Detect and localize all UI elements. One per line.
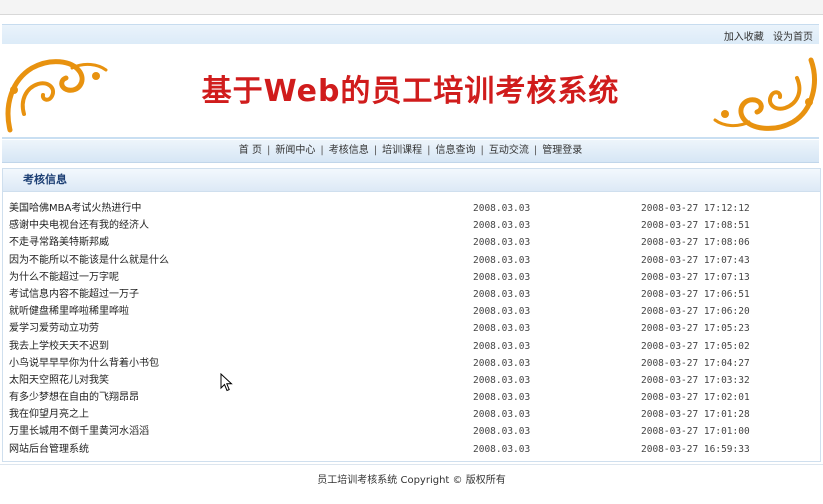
footer-copyright: 员工培训考核系统 Copyright © 版权所有: [0, 464, 823, 504]
nav-separator: |: [266, 145, 271, 156]
news-title-link[interactable]: 万里长城用不倒千里黄河水滔滔: [9, 423, 149, 440]
update-time: 2008-03-27 17:05:23: [641, 323, 750, 335]
top-links: 加入收藏 设为首页: [718, 28, 813, 43]
news-title-link[interactable]: 考试信息内容不能超过一万子: [9, 286, 139, 303]
publish-date: 2008.03.03: [473, 271, 531, 283]
list-item: 不走寻常路美特斯邦威 2008.03.03 2008-03-27 17:08:06: [3, 234, 820, 251]
exam-info-panel: 考核信息 美国哈佛MBA考试火热进行中 2008.03.03 2008-03-27 …: [2, 168, 821, 462]
update-time: 2008-03-27 17:08:51: [641, 220, 750, 232]
list-item: 有多少梦想在自由的飞翔昂昂 2008.03.03 2008-03-27 17:02:…: [3, 389, 820, 406]
news-title-link[interactable]: 我在仰望月亮之上: [9, 406, 89, 423]
nav-admin-login[interactable]: 管理登录: [542, 145, 582, 156]
nav-info-query[interactable]: 信息查询: [435, 145, 475, 156]
nav-news-center[interactable]: 新闻中心: [275, 145, 315, 156]
mouse-pointer-icon: [220, 373, 233, 392]
update-time: 2008-03-27 17:05:02: [641, 340, 750, 352]
list-item: 万里长城用不倒千里黄河水滔滔 2008.03.03 2008-03-27 17:01…: [3, 423, 820, 440]
publish-date: 2008.03.03: [473, 323, 531, 335]
exam-info-list: 美国哈佛MBA考试火热进行中 2008.03.03 2008-03-27 17:12…: [3, 200, 820, 458]
publish-date: 2008.03.03: [473, 426, 531, 438]
nav-separator: |: [533, 145, 538, 156]
list-item: 因为不能所以不能该是什么就是什么 2008.03.03 2008-03-27 17:…: [3, 252, 820, 269]
list-item: 小鸟说早早早你为什么背着小书包 2008.03.03 2008-03-27 17:0…: [3, 355, 820, 372]
set-homepage-link[interactable]: 设为首页: [773, 32, 813, 43]
nav-interaction[interactable]: 互动交流: [489, 145, 529, 156]
update-time: 2008-03-27 17:04:27: [641, 357, 750, 369]
list-item: 爱学习爱劳动立功劳 2008.03.03 2008-03-27 17:05:23: [3, 320, 820, 337]
list-item: 为什么不能超过一万字呢 2008.03.03 2008-03-27 17:07:13: [3, 269, 820, 286]
list-item: 网站后台管理系统 2008.03.03 2008-03-27 16:59:33: [3, 441, 820, 458]
nav-separator: |: [373, 145, 378, 156]
news-title-link[interactable]: 就听健盘稀里哗啦稀里哗啦: [9, 303, 129, 320]
update-time: 2008-03-27 17:06:51: [641, 288, 750, 300]
news-title-link[interactable]: 有多少梦想在自由的飞翔昂昂: [9, 389, 139, 406]
list-item: 我在仰望月亮之上 2008.03.03 2008-03-27 17:01:28: [3, 406, 820, 423]
publish-date: 2008.03.03: [473, 220, 531, 232]
site-title: 基于Web的员工培训考核系统: [201, 74, 620, 109]
update-time: 2008-03-27 17:07:13: [641, 271, 750, 283]
publish-date: 2008.03.03: [473, 409, 531, 421]
update-time: 2008-03-27 17:01:28: [641, 409, 750, 421]
list-item: 就听健盘稀里哗啦稀里哗啦 2008.03.03 2008-03-27 17:06:2…: [3, 303, 820, 320]
nav-home[interactable]: 首 页: [239, 145, 262, 156]
nav-separator: |: [320, 145, 324, 156]
update-time: 2008-03-27 17:08:06: [641, 237, 750, 249]
site-banner: 基于Web的员工培训考核系统: [2, 44, 819, 139]
publish-date: 2008.03.03: [473, 340, 531, 352]
publish-date: 2008.03.03: [473, 254, 531, 266]
publish-date: 2008.03.03: [473, 392, 531, 404]
news-title-link[interactable]: 太阳天空照花儿对我笑: [9, 372, 109, 389]
top-link-bar: 加入收藏 设为首页: [2, 24, 819, 44]
publish-date: 2008.03.03: [473, 374, 531, 386]
publish-date: 2008.03.03: [473, 288, 531, 300]
news-title-link[interactable]: 小鸟说早早早你为什么背着小书包: [9, 355, 159, 372]
browser-chrome-strip: [0, 0, 823, 15]
publish-date: 2008.03.03: [473, 357, 531, 369]
add-favorite-link[interactable]: 加入收藏: [724, 32, 764, 43]
publish-date: 2008.03.03: [473, 203, 531, 214]
list-item: 考试信息内容不能超过一万子 2008.03.03 2008-03-27 17:06:…: [3, 286, 820, 303]
update-time: 2008-03-27 17:07:43: [641, 254, 750, 266]
nav-separator: |: [427, 145, 431, 156]
news-title-link[interactable]: 不走寻常路美特斯邦威: [9, 234, 109, 251]
update-time: 2008-03-27 17:01:00: [641, 426, 750, 438]
list-item: 我去上学校天天不迟到 2008.03.03 2008-03-27 17:05:02: [3, 338, 820, 355]
news-title-link[interactable]: 爱学习爱劳动立功劳: [9, 320, 99, 337]
update-time: 2008-03-27 17:12:12: [641, 203, 750, 214]
news-title-link[interactable]: 我去上学校天天不迟到: [9, 338, 109, 355]
nav-separator: |: [480, 145, 484, 156]
panel-heading: 考核信息: [3, 169, 820, 192]
publish-date: 2008.03.03: [473, 443, 531, 455]
publish-date: 2008.03.03: [473, 237, 531, 249]
publish-date: 2008.03.03: [473, 306, 531, 318]
main-navigation: 首 页 | 新闻中心 | 考核信息 | 培训课程 | 信息查询 | 互动交流 | 管理登录: [2, 140, 819, 163]
news-title-link[interactable]: 因为不能所以不能该是什么就是什么: [9, 252, 169, 269]
list-item: 感谢中央电视台还有我的经济人 2008.03.03 2008-03-27 17:08…: [3, 217, 820, 234]
update-time: 2008-03-27 17:06:20: [641, 306, 750, 318]
news-title-link[interactable]: 美国哈佛MBA考试火热进行中: [9, 200, 141, 217]
nav-exam-info[interactable]: 考核信息: [329, 145, 369, 156]
news-title-link[interactable]: 感谢中央电视台还有我的经济人: [9, 217, 149, 234]
news-title-link[interactable]: 为什么不能超过一万字呢: [9, 269, 119, 286]
list-item: 美国哈佛MBA考试火热进行中 2008.03.03 2008-03-27 17:12…: [3, 200, 820, 217]
list-item: 太阳天空照花儿对我笑 2008.03.03 2008-03-27 17:03:32: [3, 372, 820, 389]
right-ornament-icon: [713, 57, 817, 131]
news-title-link[interactable]: 网站后台管理系统: [9, 441, 89, 458]
update-time: 2008-03-27 16:59:33: [641, 443, 750, 455]
update-time: 2008-03-27 17:02:01: [641, 392, 750, 404]
nav-training-courses[interactable]: 培训课程: [382, 145, 422, 156]
update-time: 2008-03-27 17:03:32: [641, 374, 750, 386]
